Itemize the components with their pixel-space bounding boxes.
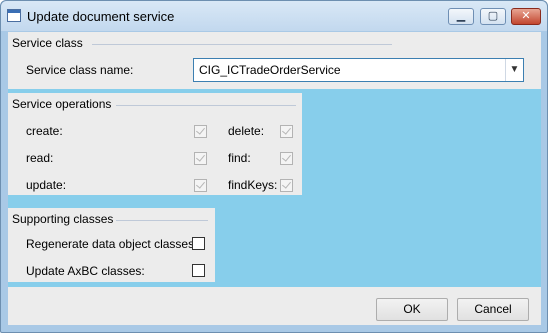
window-title: Update document service: [27, 9, 175, 24]
operation-label-delete: delete:: [228, 124, 265, 138]
ok-button[interactable]: OK: [376, 298, 448, 321]
service-operations-group-title: Service operations: [12, 97, 112, 111]
operation-checkbox-delete: [280, 125, 293, 138]
group-separator: [116, 105, 296, 106]
operation-checkbox-read: [194, 152, 207, 165]
operation-checkbox-update: [194, 179, 207, 192]
cancel-button[interactable]: Cancel: [457, 298, 529, 321]
group-separator: [92, 44, 392, 45]
service-class-name-label: Service class name:: [26, 63, 134, 77]
supporting-classes-group-title: Supporting classes: [12, 212, 114, 226]
service-class-group-title: Service class: [12, 36, 83, 50]
operation-checkbox-create: [194, 125, 207, 138]
update-axbc-classes-checkbox[interactable]: [192, 264, 205, 277]
operation-label-read: read:: [26, 151, 54, 165]
service-operations-group: Service operations create: read: update:…: [8, 93, 302, 195]
update-axbc-classes-label: Update AxBC classes:: [26, 264, 145, 278]
title-bar[interactable]: Update document service ▁ ▢ ✕: [1, 1, 547, 31]
supporting-classes-group: Supporting classes Regenerate data objec…: [8, 208, 215, 282]
regenerate-data-object-label: Regenerate data object classes:: [26, 237, 198, 251]
close-button[interactable]: ✕: [511, 8, 541, 25]
operation-label-create: create:: [26, 124, 63, 138]
service-class-name-value: CIG_ICTradeOrderService: [199, 63, 341, 77]
chevron-down-icon[interactable]: ▼: [505, 59, 523, 81]
maximize-button[interactable]: ▢: [480, 8, 506, 25]
group-separator: [116, 220, 208, 221]
operation-label-findkeys: findKeys:: [228, 178, 278, 192]
service-class-group: Service class Service class name: CIG_IC…: [8, 32, 541, 89]
operation-label-update: update:: [26, 178, 67, 192]
dialog-window: Update document service ▁ ▢ ✕ Service cl…: [0, 0, 548, 333]
window-app-icon: [7, 9, 21, 22]
operation-checkbox-find: [280, 152, 293, 165]
operation-checkbox-findkeys: [280, 179, 293, 192]
button-bar: OK Cancel: [8, 287, 541, 325]
operation-label-find: find:: [228, 151, 251, 165]
dialog-content: Service class Service class name: CIG_IC…: [8, 32, 541, 325]
minimize-button[interactable]: ▁: [448, 8, 474, 25]
regenerate-data-object-checkbox[interactable]: [192, 237, 205, 250]
service-class-name-combobox[interactable]: CIG_ICTradeOrderService ▼: [193, 58, 524, 82]
